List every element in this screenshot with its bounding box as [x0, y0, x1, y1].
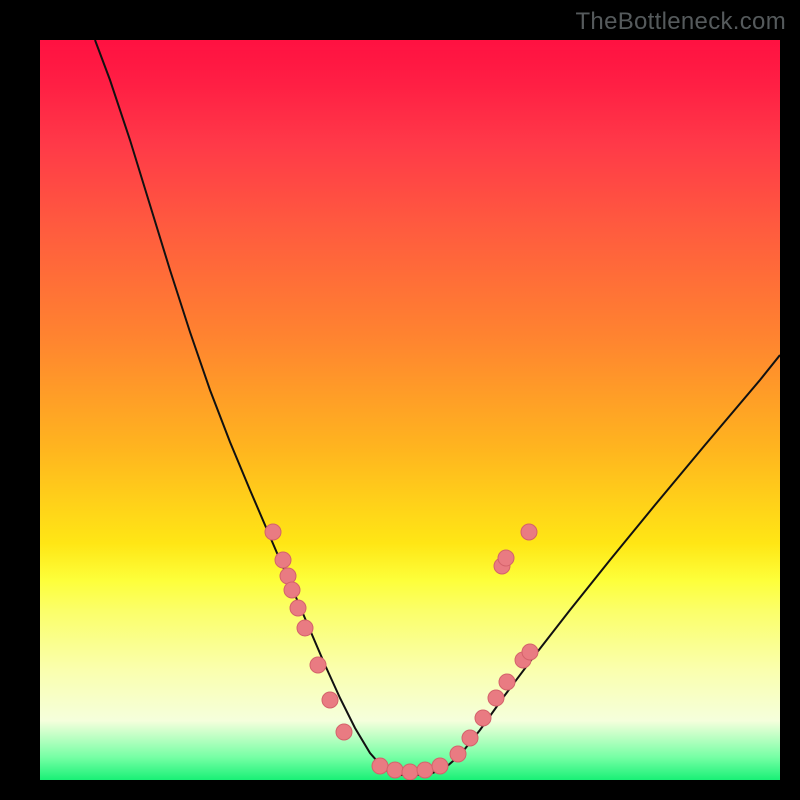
data-marker [322, 692, 338, 708]
data-marker [275, 552, 291, 568]
bottleneck-curve-svg [40, 40, 780, 780]
bottleneck-curve-path [95, 40, 780, 775]
data-markers-group [265, 524, 538, 780]
data-marker [387, 762, 403, 778]
data-marker [336, 724, 352, 740]
data-marker [475, 710, 491, 726]
data-marker [297, 620, 313, 636]
data-marker [284, 582, 300, 598]
data-marker [522, 644, 538, 660]
data-marker [280, 568, 296, 584]
data-marker [290, 600, 306, 616]
data-marker [498, 550, 514, 566]
data-marker [372, 758, 388, 774]
chart-outer-frame: TheBottleneck.com [0, 0, 800, 800]
data-marker [450, 746, 466, 762]
data-marker [521, 524, 537, 540]
data-marker [432, 758, 448, 774]
data-marker [310, 657, 326, 673]
data-marker [462, 730, 478, 746]
plot-area [40, 40, 780, 780]
curve-group [95, 40, 780, 775]
data-marker [499, 674, 515, 690]
data-marker [265, 524, 281, 540]
watermark-label: TheBottleneck.com [575, 8, 786, 36]
data-marker [417, 762, 433, 778]
data-marker [488, 690, 504, 706]
data-marker [402, 764, 418, 780]
